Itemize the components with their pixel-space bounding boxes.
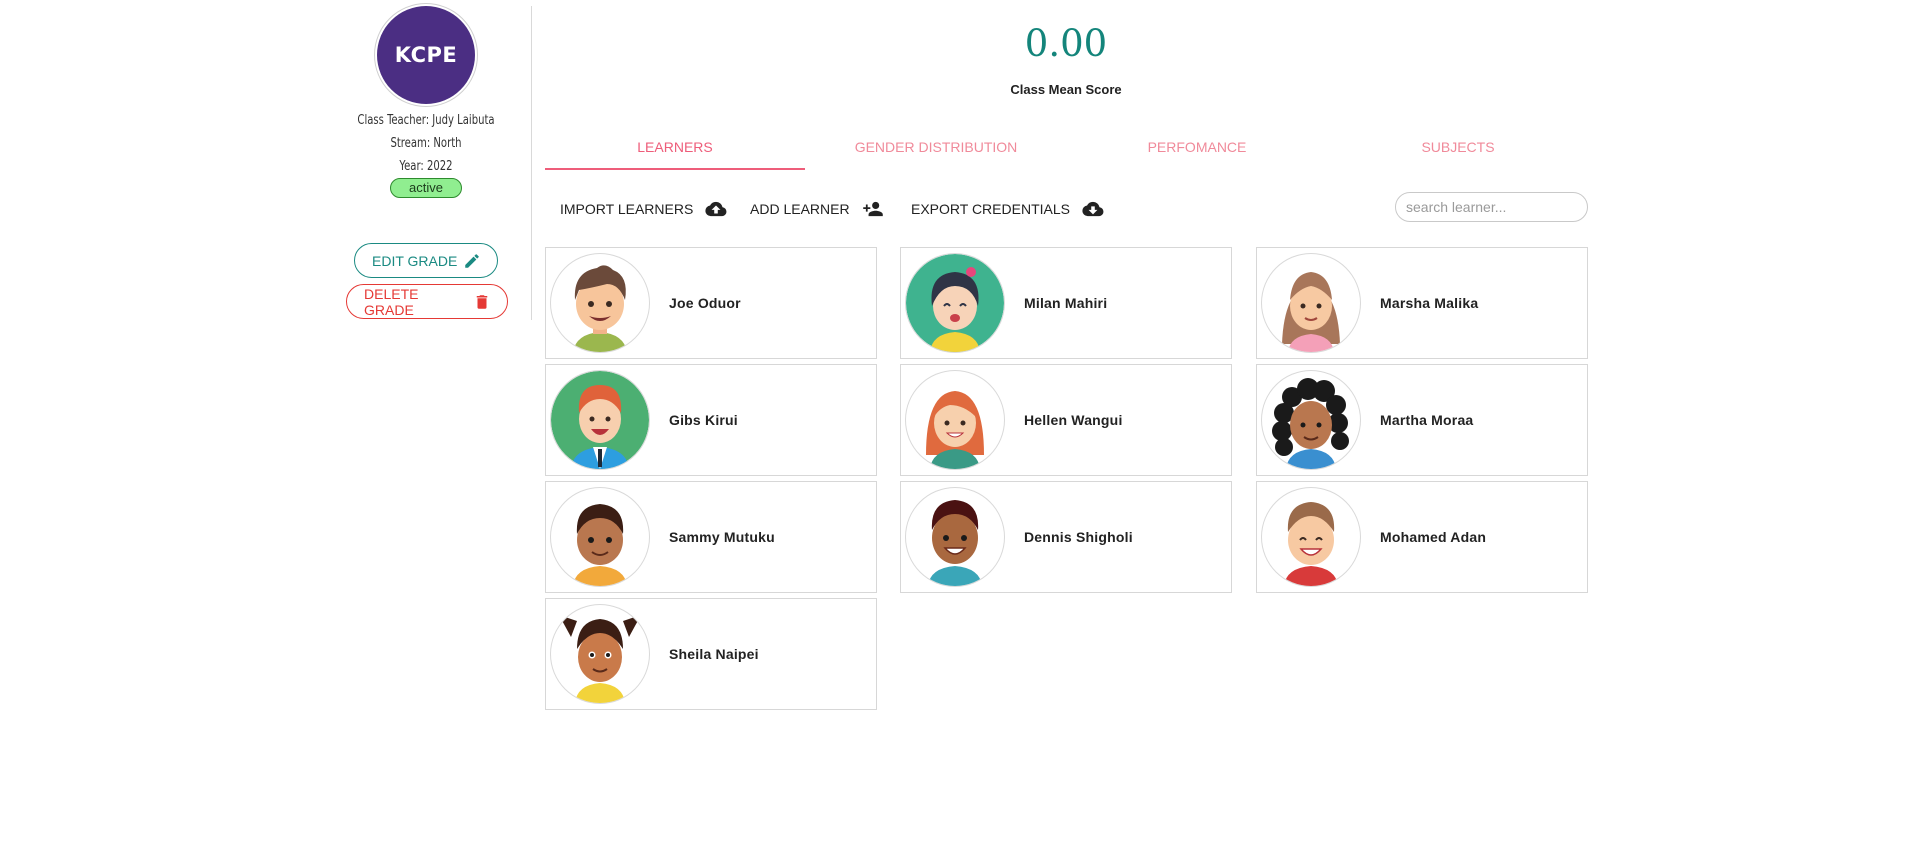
grade-sidebar: KCPE Class Teacher: Judy Laibuta Stream:… <box>340 0 532 320</box>
import-learners-label: IMPORT LEARNERS <box>560 201 694 217</box>
boy-dark-skin-avatar <box>906 488 1004 586</box>
search-learner-input[interactable] <box>1395 192 1588 222</box>
stream-label: Stream: North <box>390 136 462 151</box>
status-badge: active <box>390 178 462 198</box>
edit-grade-label: EDIT GRADE <box>372 252 458 269</box>
cloud-upload-icon <box>705 201 727 217</box>
boy-brown-hair-avatar <box>551 254 649 352</box>
add-learner-label: ADD LEARNER <box>750 201 850 217</box>
learner-card[interactable]: Sheila Naipei <box>545 598 877 710</box>
learner-card[interactable]: Hellen Wangui <box>900 364 1232 476</box>
trash-icon <box>471 291 493 313</box>
class-mean-score-value: 0.00 <box>1024 22 1108 65</box>
learner-name: Sheila Naipei <box>669 646 759 662</box>
add-learner-button[interactable]: ADD LEARNER <box>750 198 884 220</box>
delete-grade-button[interactable]: DELETE GRADE <box>346 284 508 319</box>
learner-card[interactable]: Joe Oduor <box>545 247 877 359</box>
learner-card[interactable]: Martha Moraa <box>1256 364 1588 476</box>
girl-curly-hair-avatar <box>1262 371 1360 469</box>
year-label: Year: 2022 <box>399 159 453 174</box>
learner-card[interactable]: Dennis Shigholi <box>900 481 1232 593</box>
learner-card[interactable]: Gibs Kirui <box>545 364 877 476</box>
import-learners-button[interactable]: IMPORT LEARNERS <box>560 198 727 220</box>
learner-name: Joe Oduor <box>669 295 741 311</box>
learner-name: Gibs Kirui <box>669 412 738 428</box>
learner-name: Milan Mahiri <box>1024 295 1108 311</box>
learner-card[interactable]: Milan Mahiri <box>900 247 1232 359</box>
cloud-download-icon <box>1082 201 1104 217</box>
learner-card[interactable]: Marsha Malika <box>1256 247 1588 359</box>
delete-grade-label: DELETE GRADE <box>364 285 419 318</box>
sidebar-divider <box>531 6 532 320</box>
learner-name: Dennis Shigholi <box>1024 529 1133 545</box>
learner-name: Hellen Wangui <box>1024 412 1123 428</box>
export-credentials-button[interactable]: EXPORT CREDENTIALS <box>911 198 1104 220</box>
person-add-icon <box>862 201 884 217</box>
export-credentials-label: EXPORT CREDENTIALS <box>911 201 1070 217</box>
tab-gender-distribution[interactable]: GENDER DISTRIBUTION <box>806 137 1066 170</box>
kcpe-logo: KCPE <box>377 6 475 104</box>
girl-red-hair-avatar <box>906 371 1004 469</box>
learner-card[interactable]: Sammy Mutuku <box>545 481 877 593</box>
edit-grade-button[interactable]: EDIT GRADE <box>354 243 498 278</box>
tab-subjects[interactable]: SUBJECTS <box>1328 137 1588 170</box>
tab-performance[interactable]: PERFOMANCE <box>1067 137 1327 170</box>
girl-pigtails-avatar <box>551 605 649 703</box>
boy-smiling-avatar <box>1262 488 1360 586</box>
learner-name: Marsha Malika <box>1380 295 1479 311</box>
learner-name: Sammy Mutuku <box>669 529 775 545</box>
girl-brown-hair-avatar <box>1262 254 1360 352</box>
pencil-icon <box>461 250 483 272</box>
girl-dark-hair-avatar <box>906 254 1004 352</box>
boy-red-hair-tie-avatar <box>551 371 649 469</box>
class-teacher-label: Class Teacher: Judy Laibuta <box>357 113 495 128</box>
learner-name: Mohamed Adan <box>1380 529 1487 545</box>
learner-name: Martha Moraa <box>1380 412 1474 428</box>
tab-learners[interactable]: LEARNERS <box>545 137 805 170</box>
boy-dark-hair-avatar <box>551 488 649 586</box>
learner-card[interactable]: Mohamed Adan <box>1256 481 1588 593</box>
class-mean-score-label: Class Mean Score <box>1010 82 1122 97</box>
